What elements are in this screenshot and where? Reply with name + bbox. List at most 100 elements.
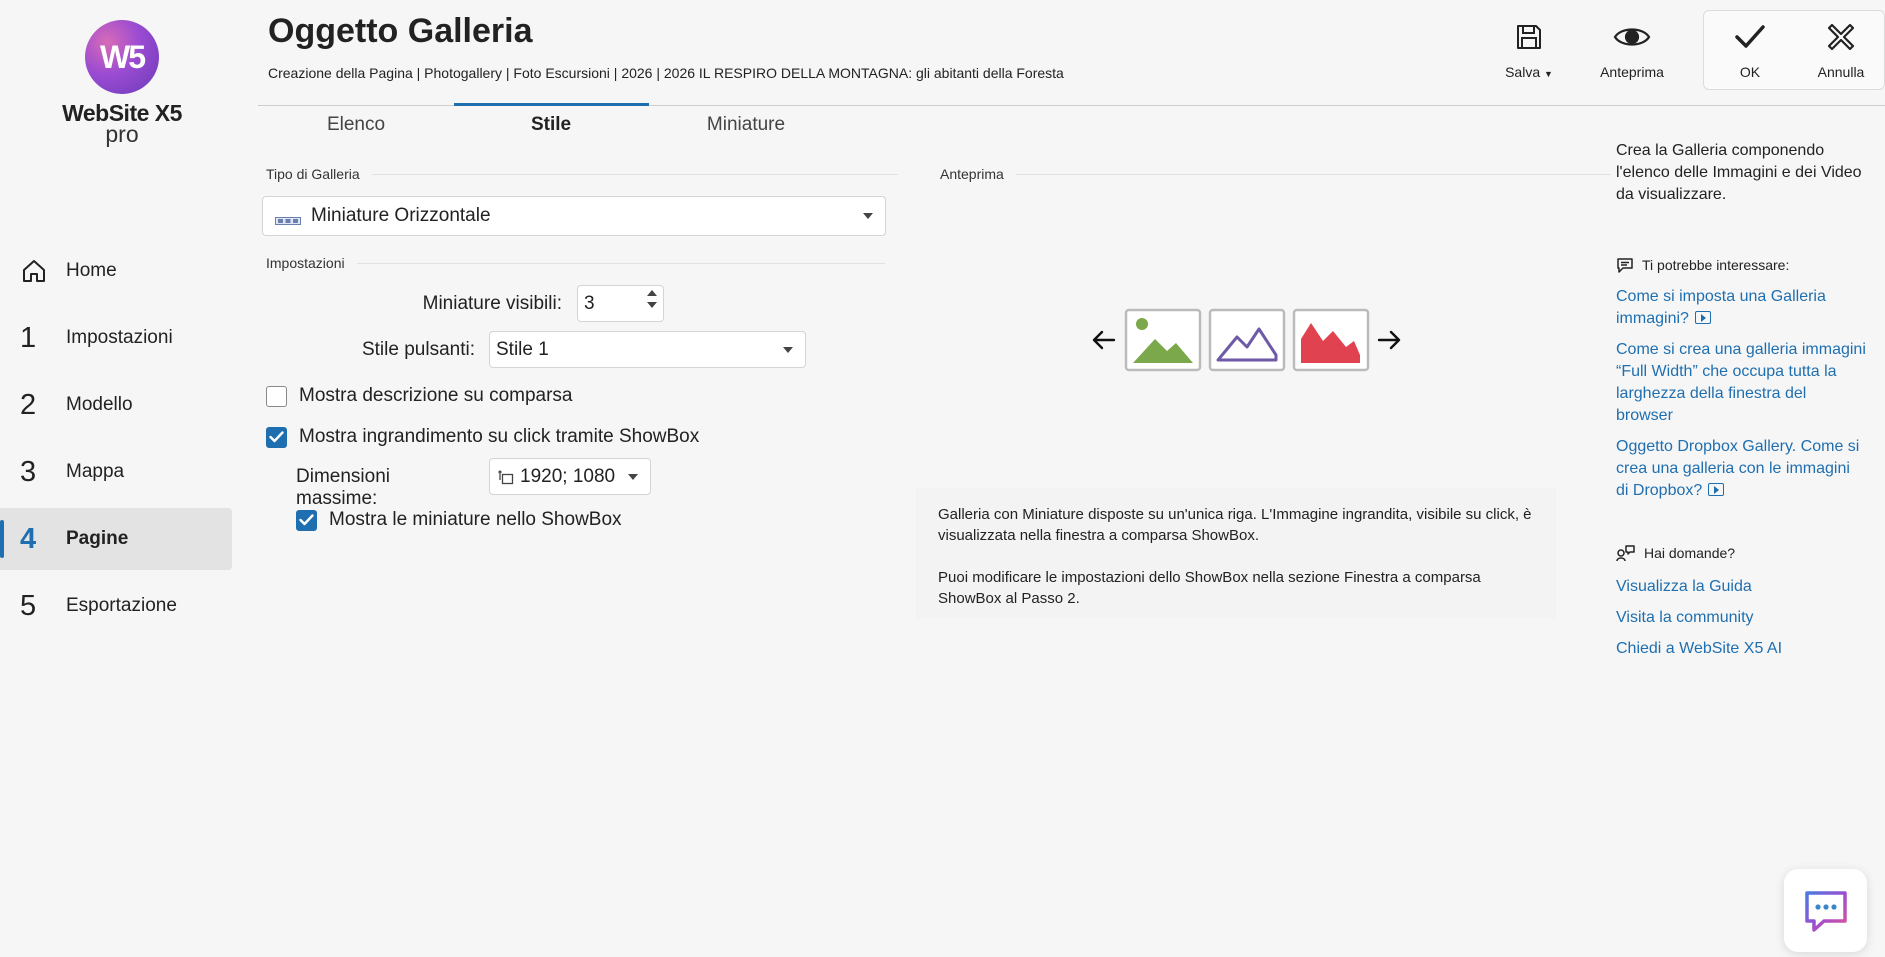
gallery-type-heading: Tipo di Galleria (266, 166, 898, 182)
sidebar-item-label: Pagine (66, 528, 129, 549)
chat-bubble-icon (1616, 256, 1634, 274)
arrow-right-icon (1377, 330, 1401, 350)
preview-heading-text: Anteprima (940, 166, 1004, 182)
step-number: 1 (20, 321, 37, 354)
preview-heading: Anteprima (940, 166, 1611, 182)
stepper-arrows (647, 290, 657, 308)
sidebar-item-label: Modello (66, 394, 133, 415)
thumbnail-mountain-outline-icon (1208, 308, 1286, 372)
show-description-label: Mostra descrizione su comparsa (299, 385, 573, 406)
questions-heading-text: Hai domande? (1644, 545, 1736, 561)
gallery-type-value: Miniature Orizzontale (311, 205, 491, 226)
show-thumbs-showbox-checkbox-row[interactable]: Mostra le miniature nello ShowBox (296, 509, 622, 531)
settings-heading: Impostazioni (266, 255, 885, 271)
chevron-down-icon (863, 213, 873, 219)
save-label: Salva (1505, 64, 1541, 80)
video-icon (1708, 483, 1725, 496)
step-number: 3 (20, 455, 37, 488)
step-number: 2 (20, 388, 37, 421)
description-paragraph: Puoi modificare le impostazioni dello Sh… (938, 569, 1481, 607)
show-thumbs-showbox-checkbox[interactable] (296, 509, 317, 531)
show-zoom-checkbox[interactable] (266, 426, 287, 448)
divider (356, 262, 885, 264)
sidebar-item-label: Home (66, 260, 117, 281)
sidebar-item-label: Impostazioni (66, 327, 173, 348)
help-link-gallery[interactable]: Come si imposta una Galleria immagini? (1616, 286, 1866, 330)
sidebar-item-home[interactable]: Home (0, 240, 232, 302)
tab-elenco[interactable]: Elenco (288, 114, 424, 136)
link-view-guide[interactable]: Visualizza la Guida (1616, 576, 1866, 598)
sidebar-item-label: Esportazione (66, 595, 177, 616)
sidebar-nav: Home 1 Impostazioni 2 Modello 3 Mappa 4 … (0, 240, 232, 642)
page-title: Oggetto Galleria (268, 12, 533, 50)
sidebar-item-modello[interactable]: 2 Modello (0, 374, 232, 436)
button-style-label: Stile pulsanti: (361, 339, 475, 360)
show-zoom-label: Mostra ingrandimento su click tramite Sh… (299, 426, 700, 447)
step-number: 5 (20, 589, 37, 622)
gallery-type-heading-text: Tipo di Galleria (266, 166, 360, 182)
preview-label: Anteprima (1600, 64, 1664, 80)
related-heading: Ti potrebbe interessare: (1616, 256, 1866, 274)
sidebar-item-label: Mappa (66, 461, 125, 482)
show-description-checkbox-row[interactable]: Mostra descrizione su comparsa (266, 385, 573, 407)
cancel-label: Annulla (1817, 64, 1865, 80)
step-number: 4 (20, 522, 37, 555)
ok-button[interactable]: OK (1724, 18, 1776, 80)
sidebar-item-impostazioni[interactable]: 1 Impostazioni (0, 307, 232, 369)
gallery-preview-illustration (1092, 308, 1370, 372)
sidebar-item-mappa[interactable]: 3 Mappa (0, 441, 232, 503)
active-tab-indicator (454, 103, 649, 106)
max-dimensions-label: Dimensioni massime: (296, 466, 390, 509)
eye-icon (1592, 18, 1672, 56)
home-icon (20, 257, 66, 285)
thumbnail-mountain-filled-icon (1292, 308, 1370, 372)
gallery-type-icon (275, 211, 301, 233)
show-thumbs-showbox-label: Mostra le miniature nello ShowBox (329, 509, 622, 530)
breadcrumb: Creazione della Pagina | Photogallery | … (268, 65, 1064, 81)
chevron-down-icon (783, 346, 793, 353)
chevron-down-icon: ▼ (1544, 69, 1553, 79)
checkmark-icon (269, 431, 284, 443)
gallery-description: Galleria con Miniature disposte su un'un… (916, 488, 1556, 618)
link-community[interactable]: Visita la community (1616, 607, 1866, 629)
tab-miniature[interactable]: Miniature (678, 114, 814, 136)
help-link-dropbox[interactable]: Oggetto Dropbox Gallery. Come si crea un… (1616, 436, 1866, 502)
app-logo: W5 WebSite X5 pro (52, 20, 192, 160)
help-panel: Crea la Galleria componendo l'elenco del… (1616, 140, 1866, 660)
visible-thumbs-label: Miniature visibili: (422, 293, 562, 314)
chevron-down-icon (628, 473, 638, 480)
button-style-select[interactable]: Stile 1 (489, 331, 806, 368)
people-icon (1616, 544, 1636, 562)
visible-thumbs-stepper[interactable]: 3 (577, 285, 664, 322)
sidebar-item-esportazione[interactable]: 5 Esportazione (0, 575, 232, 637)
preview-button[interactable]: Anteprima (1592, 18, 1672, 80)
stepper-up-icon[interactable] (647, 290, 657, 296)
related-heading-text: Ti potrebbe interessare: (1642, 257, 1790, 273)
resize-icon (498, 470, 514, 492)
max-dimensions-value: 1920; 1080 (520, 465, 616, 487)
logo-mark: W5 (85, 20, 159, 94)
gallery-type-select[interactable]: Miniature Orizzontale (262, 196, 886, 236)
link-ask-ai[interactable]: Chiedi a WebSite X5 AI (1616, 638, 1866, 660)
show-zoom-checkbox-row[interactable]: Mostra ingrandimento su click tramite Sh… (266, 426, 699, 448)
show-description-checkbox[interactable] (266, 385, 287, 407)
help-intro: Crea la Galleria componendo l'elenco del… (1616, 142, 1862, 203)
check-icon (1724, 18, 1776, 56)
chat-assistant-button[interactable] (1784, 869, 1867, 952)
help-link-text: Come si imposta una Galleria immagini? (1616, 288, 1826, 327)
save-icon (1497, 18, 1561, 56)
tab-stile[interactable]: Stile (484, 114, 618, 136)
max-dimensions-select[interactable]: 1920; 1080 (489, 458, 651, 495)
ok-label: OK (1739, 64, 1761, 80)
save-button[interactable]: Salva ▼ (1497, 18, 1561, 80)
visible-thumbs-value: 3 (584, 292, 595, 314)
divider (1015, 173, 1611, 175)
questions-heading: Hai domande? (1616, 544, 1866, 562)
cancel-button[interactable]: Annulla (1808, 18, 1874, 80)
help-link-text: Oggetto Dropbox Gallery. Come si crea un… (1616, 438, 1860, 499)
sidebar-item-pagine[interactable]: 4 Pagine (0, 508, 232, 570)
sidebar: W5 WebSite X5 pro Home 1 Impostazioni 2 … (0, 0, 240, 957)
stepper-down-icon[interactable] (647, 302, 657, 308)
help-link-full-width[interactable]: Come si crea una galleria immagini “Full… (1616, 339, 1866, 427)
checkmark-icon (299, 514, 314, 526)
